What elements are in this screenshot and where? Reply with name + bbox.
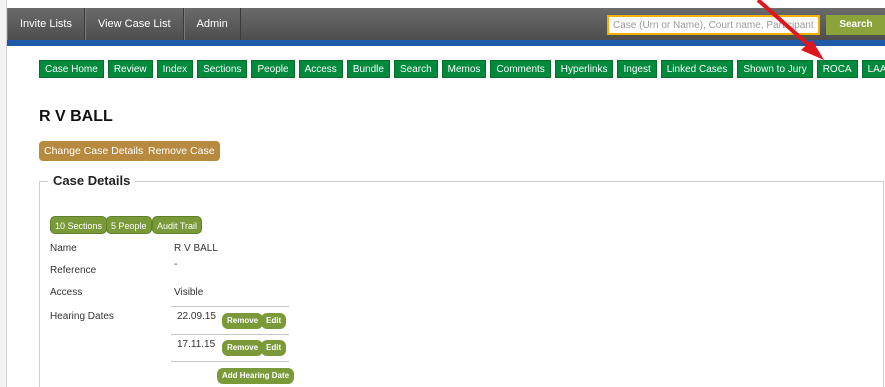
red-arrow-annotation — [756, 0, 824, 60]
